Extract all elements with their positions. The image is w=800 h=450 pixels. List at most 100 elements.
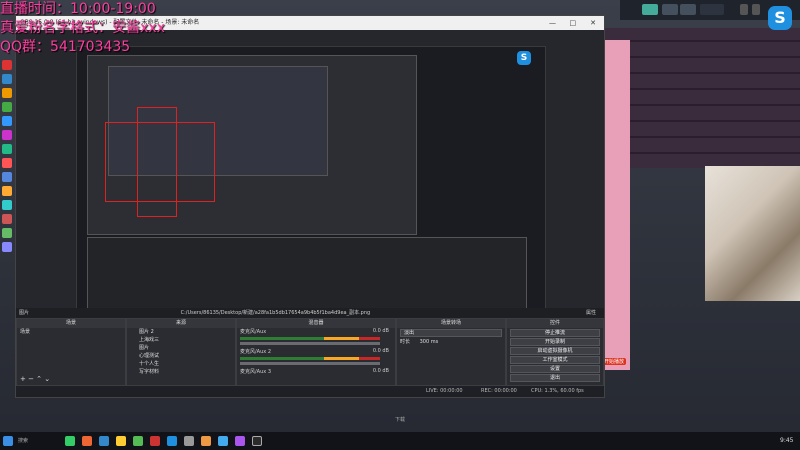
scenes-dock: 场景 场景 + − ⌃ ⌄ [16, 318, 126, 386]
app-icon[interactable] [2, 200, 12, 210]
taskbar-app-icon[interactable] [235, 436, 245, 446]
minimize-icon[interactable] [740, 4, 748, 15]
source-item[interactable]: 心理测试 [127, 352, 235, 360]
profile-menu[interactable] [700, 4, 724, 15]
settings-button[interactable]: 设置 [510, 365, 600, 373]
desktop-icon-column [0, 60, 14, 256]
channel-name: 麦克风/Aux 3 [240, 369, 272, 375]
volume-slider[interactable] [240, 342, 380, 345]
stream-overlay-text: 直播时间：10:00-19:00 真爱粉名字格式：安酱xxx QQ群：54170… [0, 0, 165, 57]
transitions-dock: 场景转场 淡出 时长 300 ms [396, 318, 506, 386]
scene-item[interactable]: 场景 [17, 328, 125, 336]
app-icon[interactable] [2, 242, 12, 252]
app-icon[interactable] [2, 144, 12, 154]
source-item[interactable]: 写字材料 [127, 368, 235, 376]
channel-name: 麦克风/Aux [240, 329, 267, 335]
taskbar-app-icon[interactable] [65, 436, 75, 446]
source-item[interactable]: 上海戏三 [127, 336, 235, 344]
search-box[interactable]: 搜索 [18, 437, 28, 444]
app-icon[interactable] [2, 74, 12, 84]
start-recording-button[interactable]: 开始录制 [510, 338, 600, 346]
app-icon[interactable] [2, 214, 12, 224]
source-item[interactable]: 十个人生 [127, 360, 235, 368]
bell-icon[interactable] [680, 4, 696, 15]
app-icon[interactable] [2, 102, 12, 112]
start-play-badge[interactable]: 开始播放 [602, 358, 627, 365]
source-item[interactable]: 图片 [127, 344, 235, 352]
large-photo [705, 166, 800, 301]
controls-header: 控件 [507, 319, 603, 328]
app-logo-icon: S [768, 6, 792, 30]
nested-logo-icon: S [517, 51, 531, 65]
transition-select[interactable]: 淡出 [400, 329, 502, 337]
app-icon[interactable] [2, 116, 12, 126]
taskbar-app-icon[interactable] [167, 436, 177, 446]
taskbar-app-icon[interactable] [150, 436, 160, 446]
start-icon[interactable] [3, 436, 13, 446]
controls-dock: 控件 停止推流 开始录制 启动虚拟摄像机 工作室模式 设置 退出 [506, 318, 604, 386]
audio-mixer-dock: 混音器 麦克风/Aux 0.0 dB 麦克风/Aux 2 0.0 dB 麦克风/… [236, 318, 396, 386]
taskbar-app-icon[interactable] [184, 436, 194, 446]
close-button[interactable]: ✕ [584, 16, 602, 30]
nested-obs-docks [87, 237, 527, 315]
duration-input[interactable]: 300 ms [420, 339, 439, 345]
channel-db: 0.0 dB [372, 328, 389, 334]
path-label: 图片 [19, 310, 30, 316]
taskbar-app-icon[interactable] [99, 436, 109, 446]
source-item[interactable]: 图片 2 [127, 328, 235, 336]
app-icon[interactable] [2, 186, 12, 196]
minimize-button[interactable]: — [544, 16, 562, 30]
studio-mode-button[interactable]: 工作室模式 [510, 356, 600, 364]
mixer-channel: 麦克风/Aux 3 0.0 dB [237, 368, 395, 388]
sources-dock: 来源 图片 2 上海戏三 图片 心理测试 十个人生 写字材料 [126, 318, 236, 386]
download-label[interactable]: 下载 [395, 416, 405, 423]
stream-time-text: 直播时间：10:00-19:00 [0, 1, 156, 17]
mail-icon[interactable] [662, 4, 678, 15]
maximize-button[interactable]: □ [564, 16, 582, 30]
taskbar-app-icon[interactable] [201, 436, 211, 446]
path-value[interactable]: C:/Users/86135/Desktop/新建/a28fa1b5db1765… [181, 310, 371, 316]
rec-status: REC: 00:00:00 [481, 388, 517, 394]
exit-button[interactable]: 退出 [510, 374, 600, 382]
mixer-channel: 麦克风/Aux 0.0 dB [237, 328, 395, 348]
obs-statusbar: LIVE: 00:00:00 REC: 00:00:00 CPU: 1.3%, … [16, 386, 604, 397]
virtual-camera-button[interactable]: 启动虚拟摄像机 [510, 347, 600, 355]
clock: 9:45 [780, 437, 794, 444]
source-path-bar: 图片 C:/Users/86135/Desktop/新建/a28fa1b5db1… [16, 308, 604, 318]
volume-meter [240, 357, 380, 360]
obs-preview-canvas[interactable]: S [76, 46, 546, 321]
obs-window: OBS 25.0.8 (64-bit, windows) - 配置文件: 未命名… [15, 15, 605, 398]
taskbar-app-icon[interactable] [116, 436, 126, 446]
duration-label: 时长 [400, 339, 411, 345]
user-icon[interactable] [642, 4, 658, 15]
app-icon[interactable] [2, 158, 12, 168]
windows-taskbar: 搜索 9:45 [0, 432, 800, 450]
scene-add-remove-controls[interactable]: + − ⌃ ⌄ [20, 375, 50, 383]
taskbar-app-icon[interactable] [218, 436, 228, 446]
app-icon[interactable] [2, 172, 12, 182]
app-icon[interactable] [2, 228, 12, 238]
properties-button[interactable]: 属性 [586, 308, 596, 318]
obs-taskbar-icon[interactable] [252, 436, 262, 446]
duration-row: 时长 300 ms [397, 338, 505, 346]
app-icon[interactable] [2, 60, 12, 70]
app-icon[interactable] [2, 130, 12, 140]
stop-streaming-button[interactable]: 停止推流 [510, 329, 600, 337]
background-wall-image-right [600, 28, 800, 168]
channel-name: 麦克风/Aux 2 [240, 349, 272, 355]
taskbar-app-icon[interactable] [133, 436, 143, 446]
close-icon[interactable] [752, 4, 760, 15]
mixer-channel: 麦克风/Aux 2 0.0 dB [237, 348, 395, 368]
channel-db: 0.0 dB [372, 348, 389, 354]
taskbar-app-icon[interactable] [82, 436, 92, 446]
scenes-header: 场景 [17, 319, 125, 328]
volume-meter [240, 337, 380, 340]
app-icon[interactable] [2, 88, 12, 98]
volume-slider[interactable] [240, 362, 380, 365]
channel-db: 0.0 dB [372, 368, 389, 374]
live-status: LIVE: 00:00:00 [426, 388, 463, 394]
qq-group-text: QQ群：541703435 [0, 39, 131, 55]
selection-box[interactable] [137, 107, 177, 217]
cpu-status: CPU: 1.3%, 60.00 fps [531, 388, 584, 394]
fan-name-format-text: 真爱粉名字格式：安酱xxx [0, 20, 165, 36]
